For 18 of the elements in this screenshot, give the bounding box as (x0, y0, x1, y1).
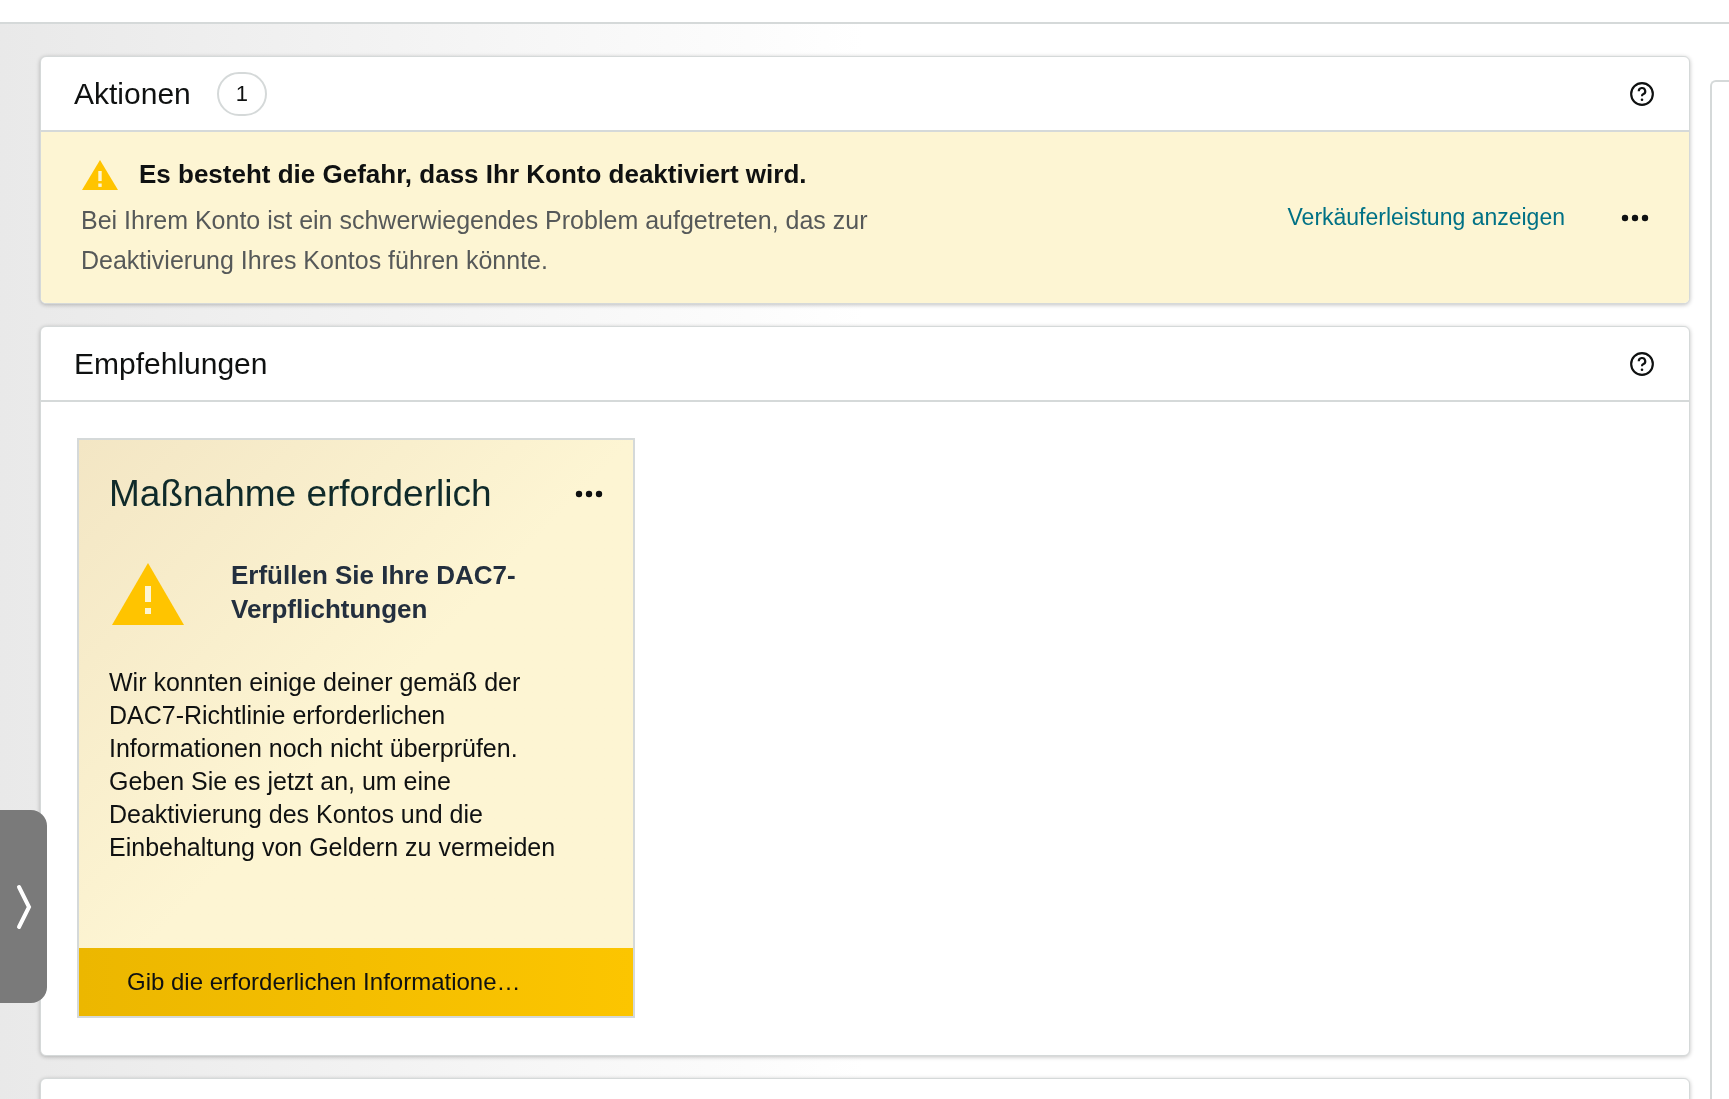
count-badge: 1 (216, 71, 267, 116)
seller-performance-link[interactable]: Verkäuferleistung anzeigen (1287, 200, 1565, 235)
warning-icon (81, 158, 119, 191)
panel-title: Aktionen (74, 76, 191, 112)
help-icon[interactable] (1629, 80, 1655, 107)
alert-title: Es besteht die Gefahr, dass Ihr Konto deaktiviert wird. (139, 158, 807, 191)
help-icon[interactable] (1629, 350, 1655, 377)
provide-information-button[interactable]: Gib die erforderlichen Informatione… (79, 948, 633, 1016)
card-heading: Erfüllen Sie Ihre DAC7-Verpflichtungen (231, 558, 517, 626)
alert-message: Bei Ihrem Konto ist ein schwerwiegendes Problem aufgetreten, das zur Deaktivierung Ihres Kontos führen könnte. (81, 205, 869, 276)
card-status: Maßnahme erforderlich (109, 472, 492, 516)
side-drawer-tab[interactable] (0, 810, 47, 1003)
more-icon[interactable] (1621, 213, 1649, 222)
panel-title: Empfehlungen (74, 346, 268, 382)
chevron-right-icon (15, 882, 32, 931)
warning-icon (111, 561, 185, 626)
card-description: Wir konnten einige deiner gemäß der DAC7-Richtlinie erforderlichen Informationen noch nicht überprüfen. Geben Sie es jetzt an, um eine Deaktivierung des Kontos und die Einbehaltung von Geldern zu vermeiden (109, 666, 557, 863)
more-icon[interactable] (575, 489, 603, 498)
